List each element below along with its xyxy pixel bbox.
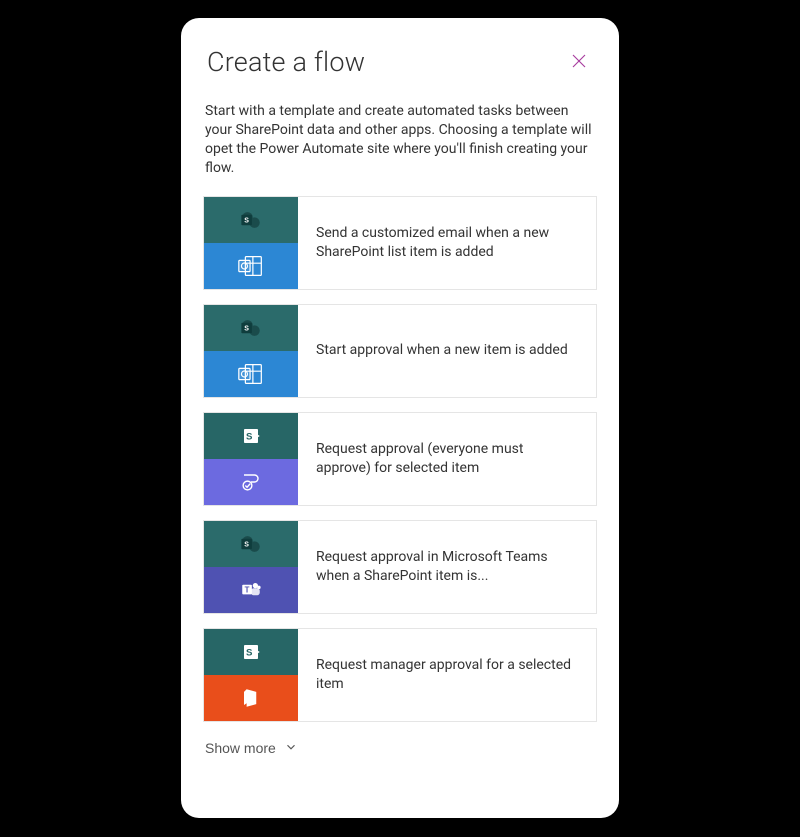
- close-button[interactable]: [565, 48, 593, 76]
- flow-template[interactable]: S Request manager approval for a selecte…: [203, 628, 597, 722]
- show-more-label: Show more: [205, 740, 276, 756]
- sharepoint-icon: S: [204, 197, 298, 243]
- panel-header: Create a flow: [203, 46, 597, 78]
- panel-title: Create a flow: [207, 46, 365, 78]
- template-list: S Send a customized email when a new Sha…: [203, 196, 597, 722]
- office-icon: [204, 675, 298, 721]
- flow-template[interactable]: S Send a customized email when a new Sha…: [203, 196, 597, 290]
- sharepoint-icon: S: [204, 413, 298, 459]
- svg-text:T: T: [245, 585, 250, 594]
- flow-template[interactable]: S T Request approval in Microsoft Teams …: [203, 520, 597, 614]
- sharepoint-icon: S: [204, 305, 298, 351]
- outlook-icon: [204, 351, 298, 397]
- template-label: Start approval when a new item is added: [298, 305, 596, 397]
- panel-description: Start with a template and create automat…: [203, 102, 597, 178]
- template-icons: S: [204, 413, 298, 505]
- template-icons: S: [204, 629, 298, 721]
- flow-template[interactable]: S Request approval (everyone must approv…: [203, 412, 597, 506]
- template-label: Request approval in Microsoft Teams when…: [298, 521, 596, 613]
- template-label: Send a customized email when a new Share…: [298, 197, 596, 289]
- sharepoint-icon: S: [204, 521, 298, 567]
- approval-icon: [204, 459, 298, 505]
- template-icons: S: [204, 197, 298, 289]
- create-flow-panel: Create a flow Start with a template and …: [181, 18, 619, 818]
- template-label: Request manager approval for a selected …: [298, 629, 596, 721]
- svg-text:S: S: [244, 325, 249, 332]
- outlook-icon: [204, 243, 298, 289]
- teams-icon: T: [204, 567, 298, 613]
- chevron-down-icon: [284, 740, 298, 757]
- svg-text:S: S: [244, 541, 249, 548]
- flow-template[interactable]: S Start approval when a new item is adde…: [203, 304, 597, 398]
- sharepoint-icon: S: [204, 629, 298, 675]
- close-icon: [570, 52, 588, 73]
- show-more-button[interactable]: Show more: [203, 738, 300, 759]
- svg-text:S: S: [244, 217, 249, 224]
- svg-text:S: S: [246, 647, 253, 658]
- template-icons: S T: [204, 521, 298, 613]
- template-icons: S: [204, 305, 298, 397]
- template-label: Request approval (everyone must approve)…: [298, 413, 596, 505]
- svg-text:S: S: [246, 431, 253, 442]
